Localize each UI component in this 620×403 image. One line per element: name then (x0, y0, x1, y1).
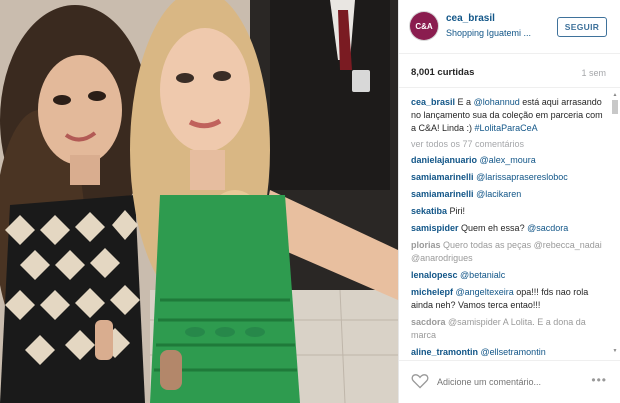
avatar[interactable]: C&A (410, 12, 438, 40)
comment-mention[interactable]: @betanialc (460, 270, 505, 280)
comment-text: Quero todas as peças (440, 240, 534, 250)
comment-username[interactable]: samiamarinelli (411, 189, 474, 199)
add-comment-input[interactable] (437, 375, 567, 389)
comment-list: cea_brasil E a @lohannud está aqui arras… (399, 88, 620, 358)
more-options-icon[interactable]: ••• (591, 373, 607, 387)
scroll-down-arrow[interactable]: ▼ (612, 348, 618, 354)
post-footer: ••• (399, 360, 620, 403)
comment-mention[interactable]: @larissapraseresloboc (476, 172, 568, 182)
scroll-thumb[interactable] (612, 100, 618, 114)
list-item: samiamarinelli @larissapraseresloboc (411, 171, 605, 184)
follow-button[interactable]: SEGUIR (557, 17, 607, 37)
comment-username[interactable]: sekatiba (411, 206, 447, 216)
comment-username[interactable]: samiamarinelli (411, 172, 474, 182)
post-time[interactable]: 1 sem (581, 68, 606, 78)
comment-username[interactable]: samispider (411, 223, 459, 233)
comment-mention[interactable]: @ellsetramontin (481, 347, 546, 357)
scroll-up-arrow[interactable]: ▲ (612, 92, 618, 98)
caption-username[interactable]: cea_brasil (411, 97, 455, 107)
post-header: C&A cea_brasil Shopping Iguatemi ... SEG… (399, 0, 620, 54)
comment-username[interactable]: lenalopesc (411, 270, 458, 280)
list-item: samiamarinelli @lacikaren (411, 188, 605, 201)
list-item: samispider Quem eh essa? @sacdora (411, 222, 605, 235)
caption-mention[interactable]: @lohannud (474, 97, 520, 107)
comment-username[interactable]: michelepf (411, 287, 453, 297)
username-link[interactable]: cea_brasil (446, 13, 495, 24)
caption-text-before: E a (455, 97, 474, 107)
view-all-comments-link[interactable]: ver todos os 77 comentários (411, 139, 605, 149)
comment-mention[interactable]: @alex_moura (480, 155, 536, 165)
comment-username[interactable]: plorias (411, 240, 441, 250)
comment-text: Quem eh essa? (458, 223, 528, 233)
heart-icon[interactable] (411, 373, 429, 389)
list-item: sacdora @samispider A Lolita. E a dona d… (411, 316, 605, 342)
comment-text: Piri! (447, 206, 466, 216)
caption-hashtag[interactable]: #LolitaParaCeA (475, 123, 538, 133)
comment-username[interactable]: sacdora (411, 317, 446, 327)
list-item: danielajanuario @alex_moura (411, 154, 605, 167)
list-item: plorias Quero todas as peças @rebecca_na… (411, 239, 605, 265)
likes-count[interactable]: 8,001 curtidas (411, 67, 474, 78)
selfie-illustration (0, 0, 398, 403)
comment-mention[interactable]: @angeltexeira (456, 287, 514, 297)
location-link[interactable]: Shopping Iguatemi ... (446, 28, 531, 38)
comment-mention[interactable]: @samispider (448, 317, 501, 327)
comments-scrollbar[interactable]: ▲ ▼ (612, 92, 618, 354)
list-item: sekatiba Piri! (411, 205, 605, 218)
list-item: aline_tramontin @ellsetramontin (411, 346, 605, 358)
caption: cea_brasil E a @lohannud está aqui arras… (411, 96, 605, 135)
comment-mention[interactable]: @sacdora (527, 223, 568, 233)
comment-username[interactable]: aline_tramontin (411, 347, 478, 357)
post-photo[interactable] (0, 0, 398, 403)
comment-username[interactable]: danielajanuario (411, 155, 477, 165)
comment-mention[interactable]: @lacikaren (476, 189, 521, 199)
list-item: michelepf @angeltexeira opa!!! fds nao r… (411, 286, 605, 312)
list-item: lenalopesc @betanialc (411, 269, 605, 282)
post-detail-panel: C&A cea_brasil Shopping Iguatemi ... SEG… (398, 0, 620, 403)
post-stats: 8,001 curtidas 1 sem (399, 54, 620, 88)
